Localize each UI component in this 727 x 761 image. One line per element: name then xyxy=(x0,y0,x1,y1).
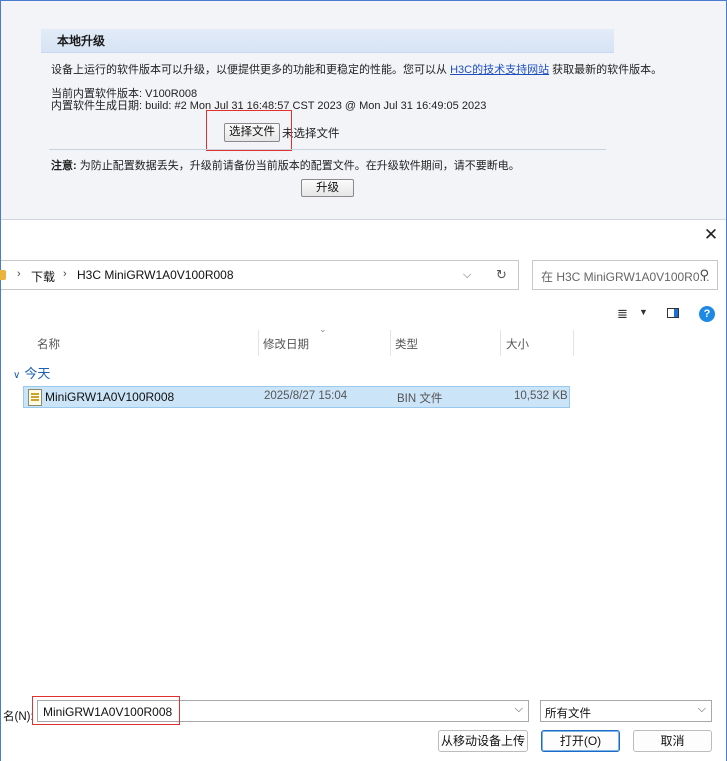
intro-text: 设备上运行的软件版本可以升级，以便提供更多的功能和更稳定的性能。您可以从 H3C… xyxy=(51,61,662,77)
column-modified[interactable]: 修改日期 xyxy=(263,334,309,356)
group-label: 今天 xyxy=(24,366,51,381)
group-today[interactable]: ∨ 今天 xyxy=(13,363,50,382)
file-type: BIN 文件 xyxy=(397,393,443,405)
column-separator xyxy=(390,330,391,356)
upload-from-mobile-button[interactable]: 从移动设备上传 xyxy=(438,730,528,752)
file-open-dialog: ✕ › 下载 › H3C MiniGRW1A0V100R008 ⌵ ↻ 在 H3… xyxy=(0,219,726,761)
column-size[interactable]: 大小 xyxy=(506,334,529,356)
chevron-down-icon[interactable]: ⌵ xyxy=(515,703,523,716)
chevron-down-icon: ⌵ xyxy=(697,703,706,715)
address-bar[interactable]: › 下载 › H3C MiniGRW1A0V100R008 ⌵ ↻ xyxy=(0,260,519,290)
note-text: 为防止配置数据丢失，升级前请备份当前版本的配置文件。在升级软件期间，请不要断电。 xyxy=(79,160,520,172)
section-title: 本地升级 xyxy=(41,29,614,53)
file-icon xyxy=(28,389,42,406)
upgrade-button[interactable]: 升级 xyxy=(301,179,354,197)
close-icon[interactable]: ✕ xyxy=(702,226,720,244)
file-modified: 2025/8/27 15:04 xyxy=(264,390,348,402)
sort-caret-icon: ⌄ xyxy=(319,324,327,334)
preview-pane-icon[interactable] xyxy=(667,308,679,318)
column-separator xyxy=(573,330,574,356)
note: 注意: 为防止配置数据丢失，升级前请备份当前版本的配置文件。在升级软件期间，请不… xyxy=(51,157,520,173)
breadcrumb-downloads[interactable]: 下载 xyxy=(31,268,55,285)
chevron-down-icon[interactable]: ⌵ xyxy=(463,269,471,282)
file-name: MiniGRW1A0V100R008 xyxy=(45,390,175,404)
search-icon: ⚲ xyxy=(699,267,709,282)
note-label: 注意: xyxy=(51,160,77,172)
search-box[interactable]: 在 H3C MiniGRW1A0V100R0... ⚲ xyxy=(532,260,718,290)
file-row[interactable]: MiniGRW1A0V100R008 2025/8/27 15:04 BIN 文… xyxy=(23,386,570,408)
filename-label: 名(N): xyxy=(3,711,34,723)
filetype-select[interactable]: 所有文件 ⌵ xyxy=(540,700,712,722)
breadcrumb-folder[interactable]: H3C MiniGRW1A0V100R008 xyxy=(77,268,234,282)
web-page: 本地升级 设备上运行的软件版本可以升级，以便提供更多的功能和更稳定的性能。您可以… xyxy=(1,1,726,221)
intro-prefix: 设备上运行的软件版本可以升级，以便提供更多的功能和更稳定的性能。您可以从 xyxy=(51,64,447,76)
view-menu-icon[interactable]: ≣ xyxy=(617,306,628,322)
column-name[interactable]: 名称 xyxy=(37,334,60,356)
chevron-right-icon: › xyxy=(63,268,67,280)
chevron-right-icon: › xyxy=(17,268,21,280)
filetype-value: 所有文件 xyxy=(545,708,591,720)
file-size: 10,532 KB xyxy=(514,390,568,402)
divider xyxy=(49,149,606,150)
column-type[interactable]: 类型 xyxy=(395,334,418,356)
column-separator xyxy=(500,330,501,356)
search-placeholder: 在 H3C MiniGRW1A0V100R0... xyxy=(541,270,710,284)
view-dropdown-icon[interactable]: ▼ xyxy=(639,307,648,317)
highlight-box xyxy=(32,696,180,725)
support-site-link[interactable]: H3C的技术支持网站 xyxy=(450,64,549,76)
folder-icon xyxy=(0,270,6,280)
intro-suffix: 获取最新的软件版本。 xyxy=(552,64,663,76)
help-icon[interactable]: ? xyxy=(699,306,715,322)
highlight-box xyxy=(206,110,292,151)
open-button[interactable]: 打开(O) xyxy=(541,730,620,752)
column-separator xyxy=(258,330,259,356)
chevron-down-icon: ∨ xyxy=(13,370,21,381)
cancel-button[interactable]: 取消 xyxy=(633,730,712,752)
refresh-icon[interactable]: ↻ xyxy=(496,267,507,283)
